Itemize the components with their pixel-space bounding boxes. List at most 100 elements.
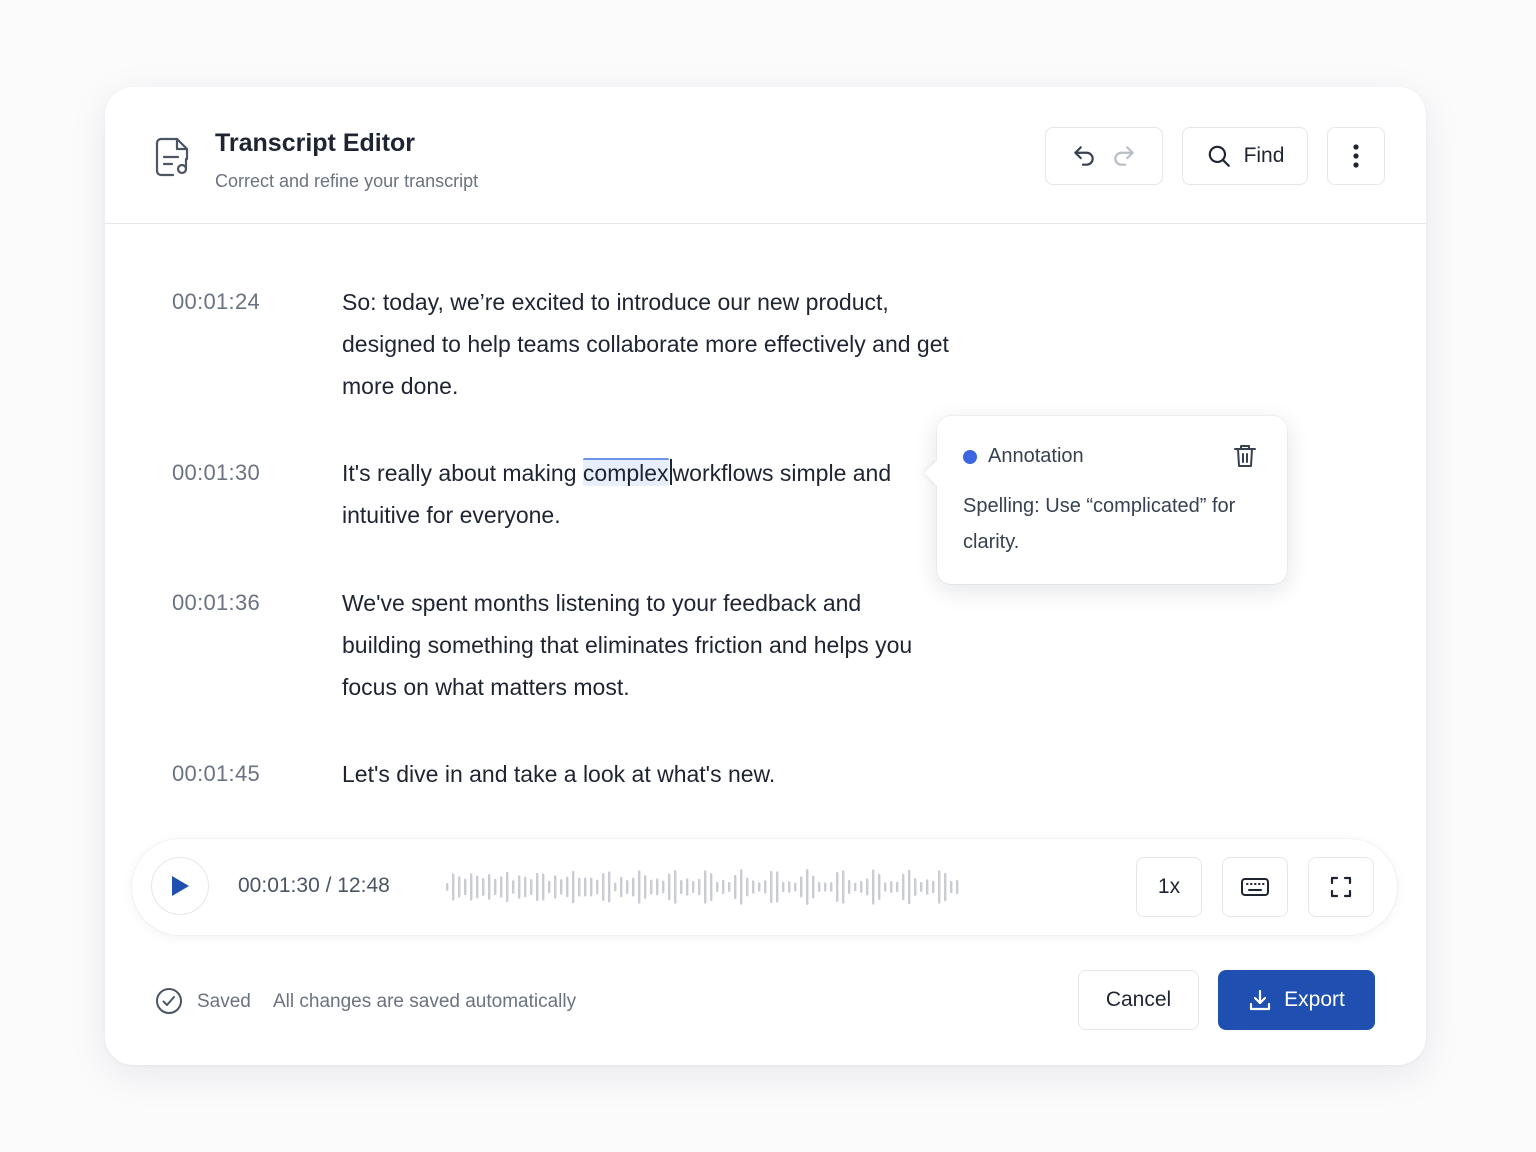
transcript-text[interactable]: Let's dive in and take a look at what's … — [342, 753, 962, 795]
autosave-note: All changes are saved automatically — [273, 991, 577, 1012]
waveform-bar — [482, 878, 485, 896]
waveform-bar — [896, 881, 899, 893]
more-options-button[interactable] — [1327, 127, 1385, 185]
play-button[interactable] — [151, 857, 209, 915]
timestamp[interactable]: 00:01:36 — [172, 590, 260, 616]
waveform-bar — [446, 883, 449, 891]
waveform-bar — [848, 879, 851, 895]
waveform-bar — [662, 880, 665, 894]
cancel-button[interactable]: Cancel — [1078, 970, 1199, 1030]
waveform-bar — [620, 876, 623, 898]
undo-button[interactable] — [1064, 136, 1104, 176]
waveform-bar — [836, 872, 839, 902]
waveform-bar — [536, 872, 539, 902]
waveform-bar — [764, 880, 767, 894]
waveform-bar — [572, 870, 575, 904]
waveform-bar — [590, 877, 593, 897]
waveform-bar — [938, 870, 941, 904]
waveform-bar — [728, 881, 731, 893]
waveform-bar — [602, 873, 605, 901]
transcript-text[interactable]: We've spent months listening to your fee… — [342, 582, 922, 708]
waveform-bar — [854, 882, 857, 892]
undo-redo-group — [1045, 127, 1163, 185]
waveform-bar — [758, 882, 761, 892]
waveform-bar — [860, 880, 863, 894]
waveform-bar — [824, 882, 827, 892]
trash-icon[interactable] — [1233, 443, 1257, 469]
waveform-bar — [656, 878, 659, 896]
highlighted-word[interactable]: complex — [582, 458, 669, 486]
waveform-bar — [488, 874, 491, 900]
transcript-text[interactable]: So: today, we’re excited to introduce ou… — [342, 281, 962, 407]
waveform-bar — [458, 876, 461, 898]
waveform-bar — [932, 880, 935, 894]
speed-button[interactable]: 1x — [1136, 857, 1202, 917]
waveform-bar — [668, 873, 671, 901]
waveform-bar — [944, 872, 947, 902]
waveform-bar — [794, 882, 797, 892]
document-audio-icon — [155, 137, 189, 177]
waveform-bar — [560, 879, 563, 895]
redo-icon — [1114, 146, 1134, 166]
download-icon — [1250, 989, 1271, 1011]
timestamp[interactable]: 00:01:30 — [172, 460, 260, 486]
fullscreen-button[interactable] — [1308, 857, 1374, 917]
waveform-bar — [806, 869, 809, 905]
waveform-bar — [878, 873, 881, 901]
waveform-bar — [818, 882, 821, 892]
undo-icon — [1074, 146, 1094, 166]
waveform-bar — [710, 872, 713, 902]
waveform-bar — [872, 869, 875, 905]
waveform-bar — [566, 876, 569, 898]
waveform-bar — [512, 880, 515, 894]
waveform-bar — [494, 878, 497, 896]
find-button[interactable]: Find — [1182, 127, 1308, 185]
timestamp[interactable]: 00:01:24 — [172, 289, 260, 315]
export-label: Export — [1284, 988, 1345, 1011]
waveform-bar — [788, 881, 791, 893]
redo-button[interactable] — [1104, 136, 1144, 176]
keyboard-shortcuts-button[interactable] — [1222, 857, 1288, 917]
saved-status: Saved — [197, 991, 251, 1012]
waveform-bar — [500, 876, 503, 898]
waveform-bar — [554, 875, 557, 899]
waveform-bar — [674, 870, 677, 904]
waveform-bar — [920, 881, 923, 893]
waveform-bar — [716, 881, 719, 893]
waveform-bar — [608, 871, 611, 903]
waveform-bar — [542, 873, 545, 901]
play-icon — [172, 876, 189, 896]
timestamp[interactable]: 00:01:45 — [172, 761, 260, 787]
waveform-bar — [614, 882, 617, 892]
waveform-bar — [890, 881, 893, 893]
waveform-bar — [776, 871, 779, 903]
transcript-text[interactable]: It's really about making complex workflow… — [342, 452, 932, 536]
waveform-bar — [956, 879, 959, 895]
waveform-bar — [914, 878, 917, 896]
waveform-bar — [596, 879, 599, 895]
waveform-bar — [530, 878, 533, 896]
waveform[interactable] — [442, 863, 962, 911]
waveform-bar — [908, 869, 911, 905]
fullscreen-icon — [1330, 876, 1352, 898]
waveform-bar — [692, 880, 695, 894]
more-vertical-icon — [1353, 144, 1359, 168]
waveform-bar — [506, 871, 509, 903]
waveform-bar — [884, 882, 887, 892]
waveform-bar — [518, 875, 521, 899]
editor-header: Transcript Editor Correct and refine you… — [105, 87, 1426, 224]
waveform-bar — [584, 877, 587, 897]
waveform-bar — [632, 877, 635, 897]
waveform-bar — [698, 878, 701, 896]
waveform-bar — [830, 882, 833, 892]
annotation-popover: Annotation Spelling: Use “complicated” f… — [937, 416, 1287, 584]
check-circle-icon — [156, 988, 182, 1014]
waveform-bar — [578, 877, 581, 897]
export-button[interactable]: Export — [1218, 970, 1375, 1030]
keyboard-icon — [1241, 878, 1269, 896]
waveform-bar — [650, 879, 653, 895]
search-icon — [1208, 145, 1230, 167]
waveform-bar — [524, 876, 527, 898]
waveform-bar — [722, 879, 725, 895]
waveform-bar — [476, 875, 479, 899]
